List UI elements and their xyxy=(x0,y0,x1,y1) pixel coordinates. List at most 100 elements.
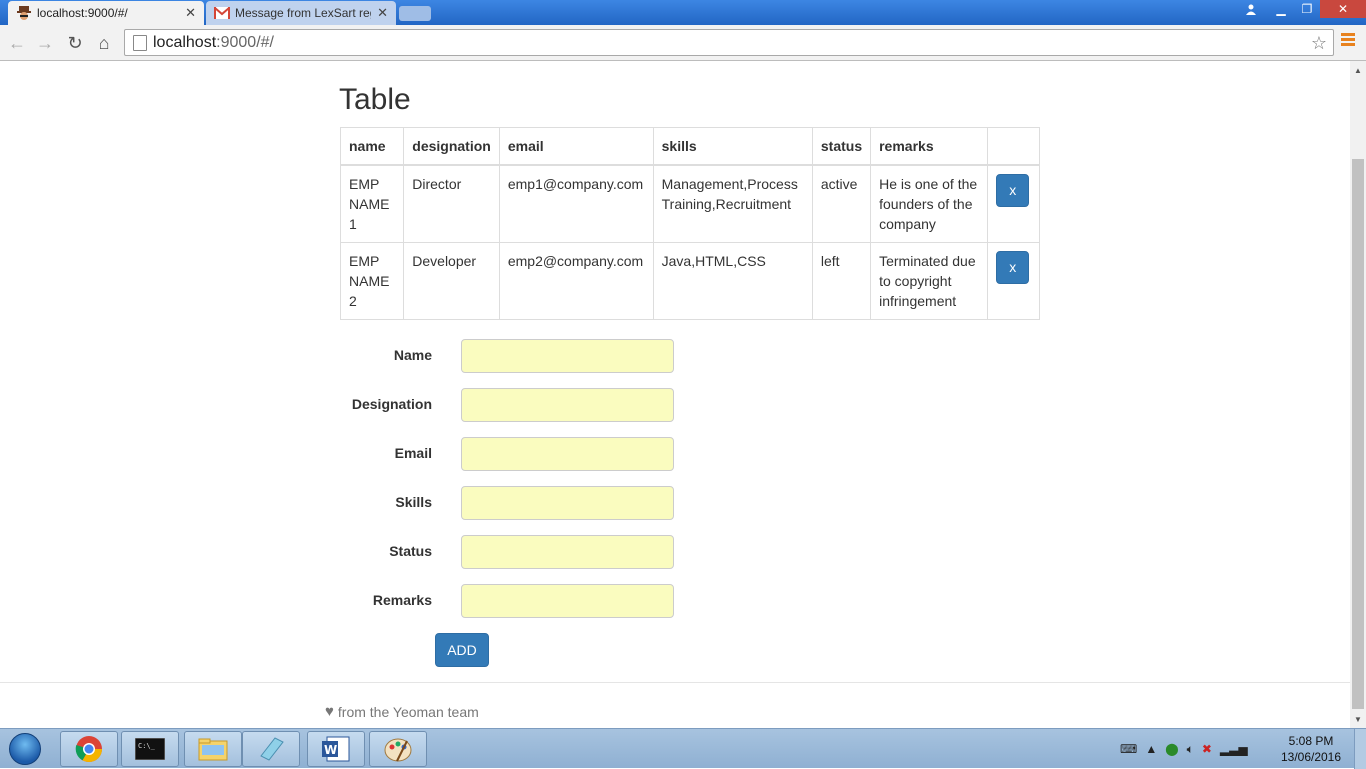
gmail-favicon-icon xyxy=(214,5,230,21)
bookmark-star-icon[interactable]: ☆ xyxy=(1311,33,1327,54)
cmd-icon[interactable]: C:\_ xyxy=(121,731,179,767)
cell-remarks: He is one of the founders of the company xyxy=(870,164,989,243)
show-hidden-icons-icon[interactable]: ▲ xyxy=(1145,742,1157,756)
email-input[interactable] xyxy=(461,437,674,471)
volume-icon[interactable]: 🔈︎ xyxy=(1187,742,1194,757)
cell-status: active xyxy=(811,164,872,243)
browser-titlebar: localhost:9000/#/ ✕ Message from LexSart… xyxy=(0,0,1366,25)
close-tab-icon[interactable]: ✕ xyxy=(377,5,388,21)
cell-designation: Director xyxy=(403,164,500,243)
cell-skills: Management,Process Training,Recruitment xyxy=(652,164,813,243)
taskbar-clock[interactable]: 5:08 PM 13/06/2016 xyxy=(1276,733,1346,765)
form-row-remarks: Remarks xyxy=(340,584,740,618)
add-button[interactable]: ADD xyxy=(435,633,489,667)
paint-icon[interactable] xyxy=(369,731,427,767)
user-profile-icon[interactable] xyxy=(1238,0,1264,18)
network-warning-icon[interactable]: ✖ xyxy=(1202,742,1212,756)
windows-logo-icon xyxy=(9,733,41,765)
browser-toolbar: ← → ↻ ⌂ localhost:9000/#/ ☆ xyxy=(0,25,1366,61)
windows-taskbar: C:\_ W ⌨ ▲ ⬤ 🔈︎ ✖ ▂▃▅ 5:08 PM 13/06/2016 xyxy=(0,728,1366,769)
remarks-input[interactable] xyxy=(461,584,674,618)
column-header-skills: skills xyxy=(652,127,813,166)
forward-icon[interactable]: → xyxy=(33,31,57,55)
page-viewport: Table name designation email skills stat… xyxy=(0,61,1350,728)
cell-skills: Java,HTML,CSS xyxy=(652,242,813,320)
column-header-designation: designation xyxy=(403,127,500,166)
tab-localhost[interactable]: localhost:9000/#/ ✕ xyxy=(8,1,204,25)
word-icon[interactable]: W xyxy=(307,731,365,767)
cell-name: EMP NAME 2 xyxy=(339,242,405,320)
footer: ♥ from the Yeoman team xyxy=(325,703,479,720)
form-row-status: Status xyxy=(340,535,740,569)
home-icon[interactable]: ⌂ xyxy=(92,31,116,55)
clock-time: 5:08 PM xyxy=(1288,734,1334,748)
cell-email: emp2@company.com xyxy=(498,242,654,320)
designation-label: Designation xyxy=(351,396,432,412)
window-controls: ▁ ❐ ✕ xyxy=(1268,0,1366,18)
tab-title: localhost:9000/#/ xyxy=(37,6,128,20)
scroll-thumb[interactable] xyxy=(1352,159,1364,709)
heart-icon: ♥ xyxy=(325,703,334,720)
system-tray: ⌨ ▲ ⬤ 🔈︎ ✖ ▂▃▅ xyxy=(1120,729,1248,769)
notepad-icon[interactable] xyxy=(242,731,300,767)
column-header-remarks: remarks xyxy=(870,127,989,166)
address-path: :9000/#/ xyxy=(216,33,274,51)
scroll-up-arrow-icon[interactable]: ▲ xyxy=(1350,63,1366,77)
minimize-icon[interactable]: ▁ xyxy=(1268,0,1294,18)
table-row: EMP NAME 2 Developer emp2@company.com Ja… xyxy=(339,242,1040,320)
chrome-menu-icon[interactable] xyxy=(1341,33,1355,48)
table-row: EMP NAME 1 Director emp1@company.com Man… xyxy=(339,164,1040,243)
cell-email: emp1@company.com xyxy=(498,164,654,243)
skills-label: Skills xyxy=(395,494,432,510)
new-tab-button[interactable] xyxy=(399,6,431,21)
table-header-row: name designation email skills status rem… xyxy=(339,127,1040,166)
cell-actions: x xyxy=(987,164,1040,243)
column-header-name: name xyxy=(339,127,405,166)
tab-title: Message from LexSart reg xyxy=(235,6,372,20)
designation-input[interactable] xyxy=(461,388,674,422)
form-row-email: Email xyxy=(340,437,740,471)
footer-text: from the Yeoman team xyxy=(337,703,479,720)
clock-date: 13/06/2016 xyxy=(1280,750,1342,764)
close-tab-icon[interactable]: ✕ xyxy=(185,5,196,21)
start-button[interactable] xyxy=(5,731,45,767)
reload-icon[interactable]: ↻ xyxy=(63,31,87,55)
keyboard-icon[interactable]: ⌨ xyxy=(1120,742,1137,756)
form-row-designation: Designation xyxy=(340,388,740,422)
scroll-down-arrow-icon[interactable]: ▼ xyxy=(1350,712,1366,726)
chrome-icon[interactable] xyxy=(60,731,118,767)
page-scrollbar[interactable]: ▲ ▼ xyxy=(1350,61,1366,728)
cell-designation: Developer xyxy=(403,242,500,320)
page-icon xyxy=(133,34,147,51)
address-host: localhost xyxy=(153,33,217,51)
svg-text:W: W xyxy=(324,743,337,757)
status-input[interactable] xyxy=(461,535,674,569)
update-icon[interactable]: ⬤ xyxy=(1165,742,1178,756)
status-label: Status xyxy=(389,543,432,559)
restore-icon[interactable]: ❐ xyxy=(1294,0,1320,18)
column-header-status: status xyxy=(811,127,872,166)
signal-strength-icon[interactable]: ▂▃▅ xyxy=(1220,742,1248,756)
form-row-name: Name xyxy=(340,339,740,373)
column-header-email: email xyxy=(498,127,654,166)
file-explorer-icon[interactable] xyxy=(184,731,242,767)
tab-gmail-message[interactable]: Message from LexSart reg ✕ xyxy=(206,1,396,25)
column-header-actions xyxy=(987,127,1040,166)
email-label: Email xyxy=(394,445,432,461)
show-desktop-button[interactable] xyxy=(1354,729,1366,769)
skills-input[interactable] xyxy=(461,486,674,520)
delete-row-button[interactable]: x xyxy=(996,174,1030,207)
back-icon[interactable]: ← xyxy=(5,31,29,55)
address-bar[interactable]: localhost:9000/#/ ☆ xyxy=(124,29,1334,56)
yeoman-favicon-icon xyxy=(16,5,32,21)
cell-name: EMP NAME 1 xyxy=(339,164,405,243)
page-title: Table xyxy=(339,83,411,116)
cell-remarks: Terminated due to copyright infringement xyxy=(870,242,989,320)
employee-table: name designation email skills status rem… xyxy=(339,127,1040,320)
footer-divider xyxy=(0,682,1350,683)
delete-row-button[interactable]: x xyxy=(996,251,1030,284)
form-row-skills: Skills xyxy=(340,486,740,520)
close-window-icon[interactable]: ✕ xyxy=(1320,0,1366,18)
name-input[interactable] xyxy=(461,339,674,373)
remarks-label: Remarks xyxy=(372,592,432,608)
